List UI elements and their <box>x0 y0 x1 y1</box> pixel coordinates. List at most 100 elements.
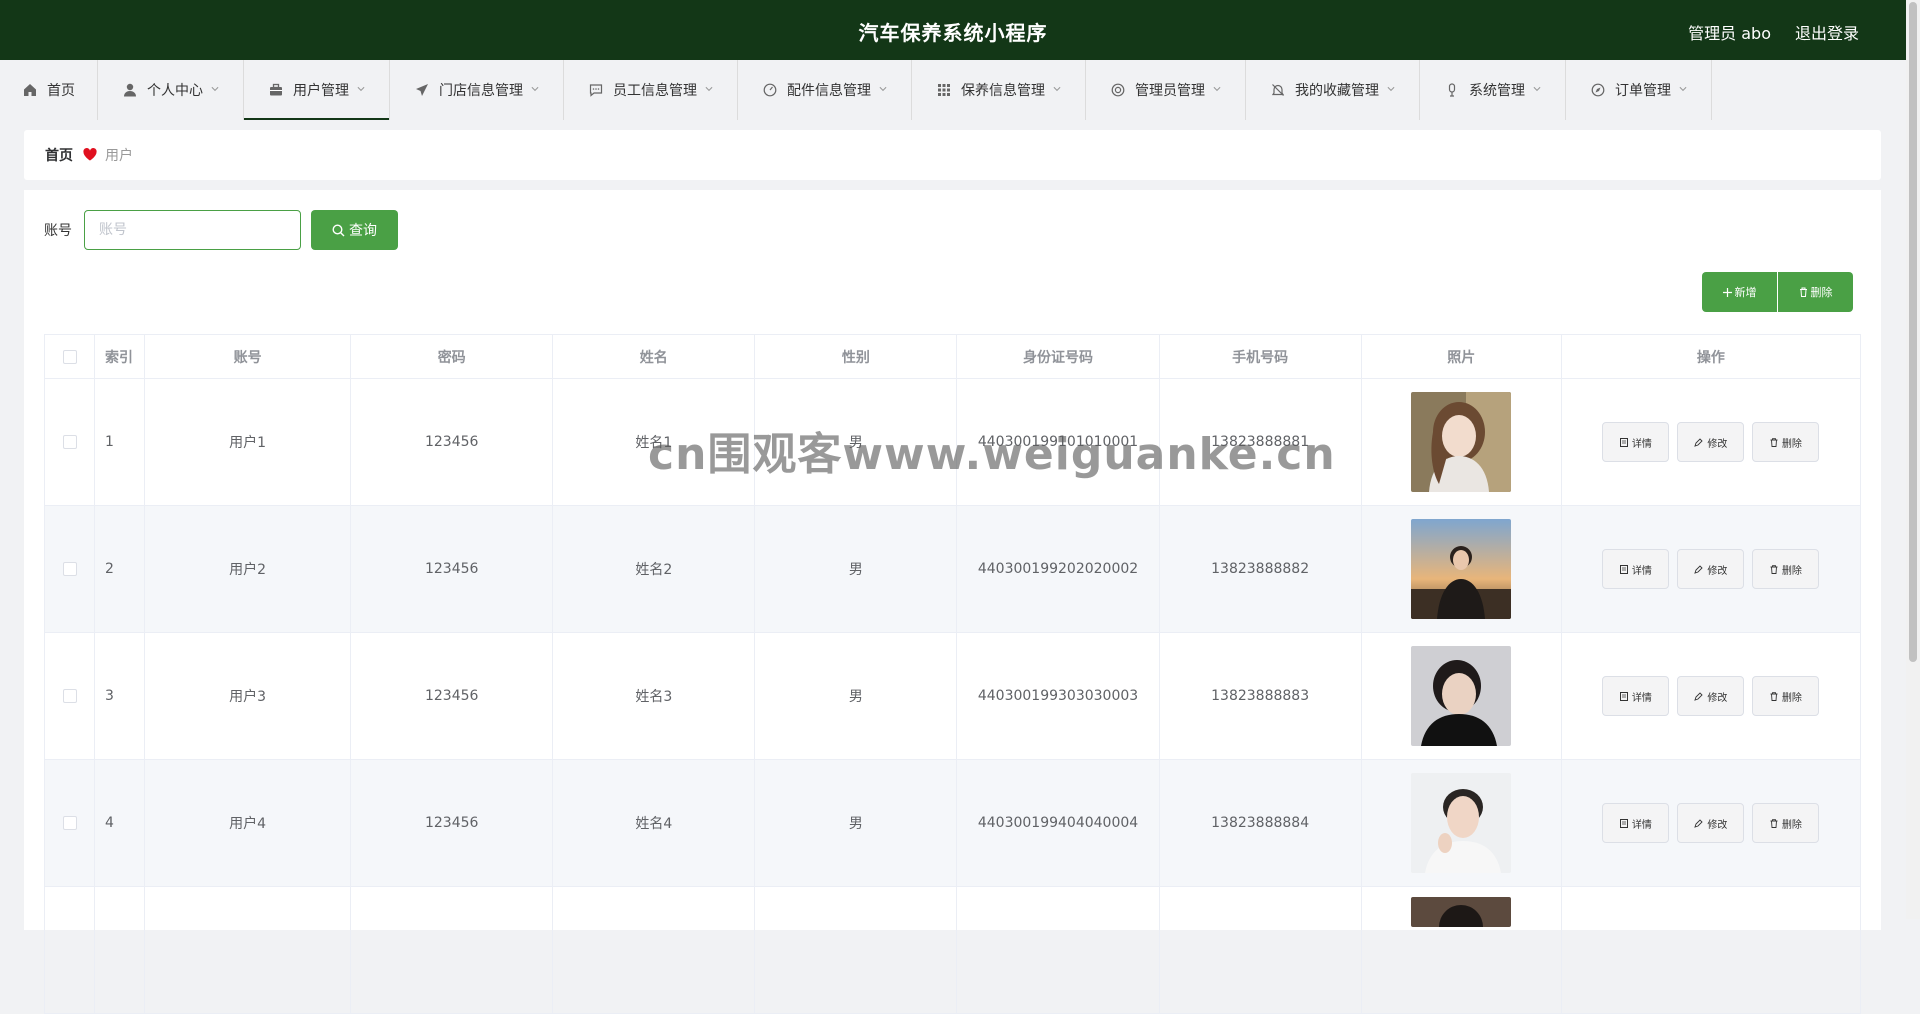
main-nav: 首页 个人中心 用户管理 门店信息管理 员工信息管理 配件信息管理 保养信息管理… <box>0 60 1906 120</box>
user-photo <box>1411 646 1512 746</box>
chevron-down-icon <box>1387 86 1395 94</box>
trash-icon <box>1770 437 1778 447</box>
cell-index: 1 <box>94 378 146 506</box>
breadcrumb-home[interactable]: 首页 <box>45 145 73 165</box>
scrollbar-thumb[interactable] <box>1909 2 1917 662</box>
lifebuoy-icon <box>1110 82 1126 98</box>
cell-actions: 详情 修改 删除 <box>1560 378 1862 506</box>
delete-button[interactable]: 删除 <box>1752 422 1820 462</box>
nav-admin-management[interactable]: 管理员管理 <box>1086 60 1246 120</box>
nav-personal-center[interactable]: 个人中心 <box>98 60 244 120</box>
detail-label: 详情 <box>1631 565 1652 577</box>
top-header: 汽车保养系统小程序 管理员 abo 退出登录 <box>0 0 1906 60</box>
trash-icon <box>1770 691 1778 701</box>
column-header: 索引 <box>94 334 146 379</box>
detail-button[interactable]: 详情 <box>1602 676 1670 716</box>
cell-name <box>552 886 756 1014</box>
nav-home[interactable]: 首页 <box>0 60 98 120</box>
nav-staff-management[interactable]: 员工信息管理 <box>564 60 738 120</box>
user-photo <box>1411 519 1512 619</box>
cell-name: 姓名2 <box>552 505 756 633</box>
pencil-icon <box>1694 818 1704 828</box>
cell-index: 2 <box>94 505 146 633</box>
nav-favorites-management[interactable]: 我的收藏管理 <box>1246 60 1420 120</box>
row-checkbox[interactable] <box>62 689 77 703</box>
pencil-icon <box>1694 691 1704 701</box>
row-checkbox[interactable] <box>62 816 77 830</box>
compass-icon <box>1590 82 1606 98</box>
delete-button[interactable]: 删除 <box>1752 549 1820 589</box>
edit-button[interactable]: 修改 <box>1677 676 1745 716</box>
edit-label: 修改 <box>1707 565 1728 577</box>
trash-icon <box>1799 287 1807 297</box>
logout-link[interactable]: 退出登录 <box>1795 20 1859 44</box>
nav-label: 保养信息管理 <box>961 83 1045 99</box>
cell-password <box>350 886 554 1014</box>
nav-label: 我的收藏管理 <box>1295 83 1379 99</box>
detail-button[interactable]: 详情 <box>1602 549 1670 589</box>
edit-button[interactable]: 修改 <box>1677 803 1745 843</box>
table-row: 2 用户2 123456 姓名2 男 440300199202020002 13… <box>43 505 1862 633</box>
batch-delete-button[interactable]: 删除 <box>1778 272 1853 312</box>
account-search-input[interactable] <box>84 210 301 250</box>
cell-account <box>144 886 352 1014</box>
nav-system-management[interactable]: 系统管理 <box>1420 60 1566 120</box>
gauge-icon <box>762 82 778 98</box>
cell-name: 姓名1 <box>552 378 756 506</box>
edit-button[interactable]: 修改 <box>1677 549 1745 589</box>
edit-label: 修改 <box>1707 819 1728 831</box>
nav-label: 用户管理 <box>293 83 349 99</box>
cell-actions: 详情 修改 删除 <box>1560 505 1862 633</box>
breadcrumb: 首页 用户 <box>24 130 1881 180</box>
add-button[interactable]: 新增 <box>1702 272 1777 312</box>
cell-password: 123456 <box>350 505 554 633</box>
cell-id-number <box>956 886 1160 1014</box>
edit-button[interactable]: 修改 <box>1677 422 1745 462</box>
query-button[interactable]: 查询 <box>311 210 398 250</box>
row-select-cell <box>43 886 96 1014</box>
chevron-down-icon <box>1679 86 1687 94</box>
delete-label: 删除 <box>1781 692 1802 704</box>
delete-button[interactable]: 删除 <box>1752 676 1820 716</box>
detail-label: 详情 <box>1631 692 1652 704</box>
nav-parts-management[interactable]: 配件信息管理 <box>738 60 912 120</box>
cell-name: 姓名4 <box>552 759 756 887</box>
nav-order-management[interactable]: 订单管理 <box>1566 60 1712 120</box>
nav-maintenance-management[interactable]: 保养信息管理 <box>912 60 1086 120</box>
column-header: 密码 <box>350 334 554 379</box>
cell-phone: 13823888883 <box>1158 632 1362 760</box>
document-icon <box>1619 691 1628 701</box>
select-all-checkbox[interactable] <box>62 349 77 364</box>
delete-label: 删除 <box>1781 819 1802 831</box>
chevron-down-icon <box>705 86 713 94</box>
page-scrollbar[interactable] <box>1906 0 1920 919</box>
microphone-icon <box>1444 82 1460 98</box>
briefcase-icon <box>268 82 284 98</box>
row-checkbox[interactable] <box>62 435 77 449</box>
detail-button[interactable]: 详情 <box>1602 803 1670 843</box>
nav-label: 管理员管理 <box>1135 83 1205 99</box>
column-header: 照片 <box>1360 334 1562 379</box>
add-label: 新增 <box>1734 286 1757 299</box>
cell-phone: 13823888884 <box>1158 759 1362 887</box>
plus-icon <box>1722 287 1732 297</box>
nav-label: 首页 <box>47 83 75 99</box>
cell-password: 123456 <box>350 759 554 887</box>
cell-gender: 男 <box>754 632 958 760</box>
cell-password: 123456 <box>350 632 554 760</box>
cell-account: 用户3 <box>144 632 352 760</box>
nav-user-management[interactable]: 用户管理 <box>244 60 390 120</box>
chevron-down-icon <box>357 86 365 94</box>
nav-store-management[interactable]: 门店信息管理 <box>390 60 564 120</box>
delete-button[interactable]: 删除 <box>1752 803 1820 843</box>
cell-name: 姓名3 <box>552 632 756 760</box>
user-photo <box>1411 773 1512 873</box>
cell-account: 用户2 <box>144 505 352 633</box>
table-row: 1 用户1 123456 姓名1 男 440300199101010001 13… <box>43 378 1862 506</box>
cell-gender: 男 <box>754 378 958 506</box>
cell-id-number: 440300199202020002 <box>956 505 1160 633</box>
detail-button[interactable]: 详情 <box>1602 422 1670 462</box>
row-checkbox[interactable] <box>62 562 77 576</box>
content-panel: 账号 查询 新增 删除 索引 账号 密码 姓名 性别 身份证号码 手机号码 照片 <box>24 190 1881 1014</box>
chevron-down-icon <box>879 86 887 94</box>
